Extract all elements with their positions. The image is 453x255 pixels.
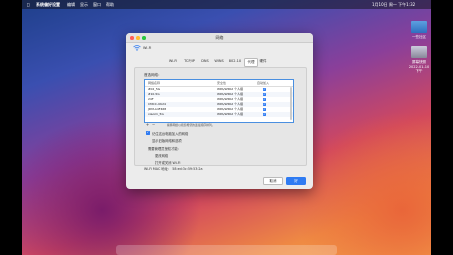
- remember-networks-checkbox[interactable]: ✓: [146, 130, 150, 135]
- dock: [116, 245, 337, 255]
- tab-wifi[interactable]: Wi-Fi: [166, 58, 180, 65]
- network-preferences-window: 网络 Wi-Fi Wi-Fi TCP/IP DNS WINS 802.1X 代理…: [126, 33, 313, 189]
- desktop-folder[interactable]: 一些社区: [408, 21, 430, 40]
- table-scrollbar[interactable]: [290, 87, 292, 120]
- menu-edit[interactable]: 编辑: [67, 0, 75, 9]
- remember-networks-label: 记住这台电脑加入的网络: [152, 132, 189, 136]
- column-auto-join[interactable]: 自动加入: [257, 80, 269, 86]
- require-admin-label: 需要管理员授权才能：: [148, 147, 181, 151]
- mac-address: Wi-Fi MAC 地址： 58:ed:3c:59:53:2a: [144, 166, 203, 171]
- column-network-name[interactable]: 网络名称: [148, 80, 160, 86]
- apple-menu-icon[interactable]: : [27, 0, 29, 9]
- tab-hardware[interactable]: 硬件: [257, 58, 269, 65]
- ok-button[interactable]: 好: [286, 177, 306, 185]
- tab-bar: Wi-Fi TCP/IP DNS WINS 802.1X 代理 硬件: [126, 58, 313, 67]
- menu-help[interactable]: 帮助: [106, 0, 114, 9]
- desktop:  系统偏好设置 编辑 显示 窗口 帮助 1月10日 周一 下午1:32 一些社…: [22, 0, 431, 255]
- table-row[interactable]: xiaomi_5G WPA/WPA2 个人级 ✓: [145, 112, 293, 117]
- mac-address-value: 58:ed:3c:59:53:2a: [172, 167, 203, 171]
- preferred-networks-table[interactable]: 网络名称 安全性 自动加入 #02_5G WPA/WPA2 个人级 ✓ #10-…: [144, 79, 294, 123]
- drag-hint-text: 拖移网络以按您希望的连接顺序排列。: [167, 123, 215, 127]
- tab-proxies[interactable]: 代理: [244, 58, 258, 67]
- menu-bar:  系统偏好设置 编辑 显示 窗口 帮助 1月10日 周一 下午1:32: [22, 0, 431, 9]
- screenshot-file-icon: [411, 46, 427, 58]
- auto-join-checkbox[interactable]: ✓: [263, 93, 266, 96]
- add-network-button[interactable]: +: [145, 122, 150, 127]
- show-legacy-networks-label: 显示旧版网络和选项: [152, 139, 182, 143]
- auto-join-checkbox[interactable]: ✓: [263, 108, 266, 111]
- title-bar[interactable]: 网络: [126, 33, 313, 43]
- mac-address-label: Wi-Fi MAC 地址：: [144, 167, 172, 171]
- auto-join-checkbox[interactable]: ✓: [263, 103, 266, 106]
- desktop-screenshot[interactable]: 屏幕快照 2022-01-10 下午: [408, 46, 430, 74]
- tab-8021x[interactable]: 802.1X: [227, 58, 243, 65]
- auto-join-checkbox[interactable]: ✓: [263, 88, 266, 91]
- preferred-networks-label: 首选网络：: [144, 73, 162, 77]
- toggle-wifi-option[interactable]: 打开或关闭 Wi-Fi: [155, 160, 180, 165]
- change-networks-option[interactable]: 更改网络: [155, 153, 168, 158]
- desktop-screenshot-label: 屏幕快照 2022-01-10 下午: [408, 60, 430, 73]
- window-title: 网络: [215, 35, 224, 40]
- network-security: WPA/WPA2 个人级: [217, 112, 244, 116]
- wifi-icon: [133, 45, 141, 51]
- folder-icon: [411, 21, 427, 33]
- remove-network-button[interactable]: −: [151, 122, 156, 127]
- menu-view[interactable]: 显示: [80, 0, 88, 9]
- app-menu[interactable]: 系统偏好设置: [36, 0, 60, 9]
- desktop-folder-label: 一些社区: [412, 35, 426, 39]
- network-name: xiaomi_5G: [148, 112, 164, 116]
- menu-window[interactable]: 窗口: [93, 0, 101, 9]
- menubar-clock[interactable]: 1月10日 周一 下午1:32: [372, 0, 415, 9]
- cancel-button[interactable]: 取消: [263, 177, 283, 185]
- auto-join-checkbox[interactable]: ✓: [263, 113, 266, 116]
- service-name: Wi-Fi: [143, 46, 152, 50]
- column-security[interactable]: 安全性: [217, 80, 226, 86]
- tab-dns[interactable]: DNS: [199, 58, 211, 65]
- tab-wins[interactable]: WINS: [212, 58, 226, 65]
- auto-join-checkbox[interactable]: ✓: [263, 98, 266, 101]
- tab-tcpip[interactable]: TCP/IP: [181, 58, 198, 65]
- table-header: 网络名称 安全性 自动加入: [145, 80, 293, 87]
